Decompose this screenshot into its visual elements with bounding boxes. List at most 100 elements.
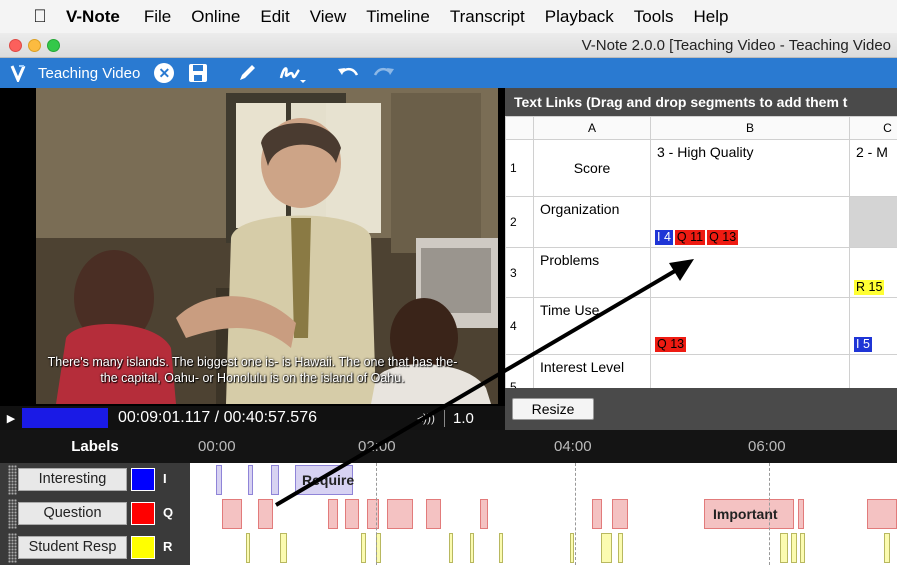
segment[interactable]: [480, 499, 488, 529]
segment[interactable]: [592, 499, 602, 529]
segment[interactable]: Important: [704, 499, 794, 529]
segment[interactable]: Require: [295, 465, 354, 495]
track-student-resp[interactable]: [190, 531, 897, 565]
menu-edit[interactable]: Edit: [260, 7, 289, 27]
segment[interactable]: [258, 499, 273, 529]
project-name[interactable]: Teaching Video: [38, 65, 140, 82]
cell-a1[interactable]: Score: [533, 139, 651, 197]
track-question[interactable]: Important: [190, 497, 897, 531]
segment[interactable]: [499, 533, 503, 563]
video-player[interactable]: There's many islands. The biggest one is…: [0, 88, 505, 430]
cell-c4[interactable]: I 5: [849, 297, 897, 355]
volume-icon[interactable]: ◂))): [408, 411, 444, 425]
segment[interactable]: [426, 499, 441, 529]
label-button-interesting[interactable]: Interesting: [18, 468, 127, 491]
column-header-c[interactable]: C: [849, 116, 897, 140]
row-number: 3: [505, 247, 534, 298]
drag-handle-icon[interactable]: [8, 533, 17, 563]
segment[interactable]: [367, 499, 379, 529]
pencil-icon[interactable]: [236, 61, 258, 85]
link-chip[interactable]: R 15: [854, 280, 885, 295]
segment[interactable]: [601, 533, 612, 563]
segment[interactable]: [884, 533, 890, 563]
table-row: 4 Time Use Q 13 I 5: [505, 297, 897, 355]
segment[interactable]: [800, 533, 805, 563]
shortcut-key: R: [163, 539, 173, 554]
segment[interactable]: [271, 465, 279, 495]
link-chip[interactable]: Q 11: [674, 230, 706, 245]
segment[interactable]: [798, 499, 804, 529]
segment[interactable]: [345, 499, 359, 529]
zoom-window-button[interactable]: [47, 39, 60, 52]
cell-c1[interactable]: 2 - M: [849, 139, 897, 197]
drag-handle-icon[interactable]: [8, 499, 17, 529]
segment[interactable]: [328, 499, 338, 529]
cell-b3[interactable]: [650, 247, 850, 298]
close-window-button[interactable]: [9, 39, 22, 52]
cell-a2[interactable]: Organization: [533, 196, 651, 248]
cell-b2[interactable]: I 4Q 11 Q 13: [650, 196, 850, 248]
cell-c5[interactable]: [849, 354, 897, 388]
tick-label: 00:00: [198, 438, 236, 455]
segment[interactable]: [216, 465, 222, 495]
segment[interactable]: [246, 533, 250, 563]
cell-c3[interactable]: R 15: [849, 247, 897, 298]
drag-handle-icon[interactable]: [8, 465, 17, 495]
text-links-header: Text Links (Drag and drop segments to ad…: [514, 94, 848, 110]
color-swatch[interactable]: [131, 536, 155, 559]
color-swatch[interactable]: [131, 502, 155, 525]
segment[interactable]: [867, 499, 897, 529]
link-chip[interactable]: I 4: [655, 230, 673, 245]
app-name-menu[interactable]: V-Note: [66, 7, 120, 27]
play-icon[interactable]: ▶: [0, 412, 22, 425]
close-project-icon[interactable]: ✕: [154, 63, 175, 83]
segment[interactable]: [570, 533, 574, 563]
link-chip[interactable]: I 5: [854, 337, 872, 352]
cell-c2[interactable]: [849, 196, 897, 248]
table-row: 5 Interest Level: [505, 354, 897, 388]
label-button-student-resp[interactable]: Student Resp: [18, 536, 127, 559]
segment[interactable]: [222, 499, 242, 529]
segment[interactable]: [612, 499, 628, 529]
segment[interactable]: [280, 533, 287, 563]
label-cell: Interesting I: [0, 463, 190, 497]
playback-speed[interactable]: 1.0: [444, 409, 474, 427]
save-icon[interactable]: [188, 61, 208, 85]
menu-tools[interactable]: Tools: [634, 7, 674, 27]
segment[interactable]: [387, 499, 413, 529]
redo-icon[interactable]: [372, 61, 396, 85]
label-button-question[interactable]: Question: [18, 502, 127, 525]
undo-icon[interactable]: [336, 61, 360, 85]
apple-icon[interactable]: : [22, 6, 58, 27]
cell-a3[interactable]: Problems: [533, 247, 651, 298]
column-header-b[interactable]: B: [650, 116, 850, 140]
menu-file[interactable]: File: [144, 7, 171, 27]
segment[interactable]: [248, 465, 253, 495]
menu-help[interactable]: Help: [693, 7, 728, 27]
resize-button[interactable]: Resize: [512, 398, 594, 420]
menu-playback[interactable]: Playback: [545, 7, 614, 27]
track-interesting[interactable]: Require: [190, 463, 897, 497]
minimize-window-button[interactable]: [28, 39, 41, 52]
segment[interactable]: [780, 533, 788, 563]
segment[interactable]: [470, 533, 474, 563]
column-header-a[interactable]: A: [533, 116, 651, 140]
cell-b4[interactable]: Q 13: [650, 297, 850, 355]
segment[interactable]: [361, 533, 366, 563]
link-chip[interactable]: Q 13: [655, 337, 687, 352]
menu-timeline[interactable]: Timeline: [366, 7, 430, 27]
cell-b1[interactable]: 3 - High Quality: [650, 139, 850, 197]
segment[interactable]: [449, 533, 453, 563]
cell-a5[interactable]: Interest Level: [533, 354, 651, 388]
color-swatch[interactable]: [131, 468, 155, 491]
draw-tool-icon[interactable]: [278, 61, 308, 85]
cell-a4[interactable]: Time Use: [533, 297, 651, 355]
segment[interactable]: [791, 533, 797, 563]
progress-bar[interactable]: [22, 408, 108, 428]
link-chip[interactable]: Q 13: [707, 230, 739, 245]
menu-view[interactable]: View: [310, 7, 347, 27]
segment[interactable]: [618, 533, 623, 563]
menu-transcript[interactable]: Transcript: [450, 7, 525, 27]
cell-b5[interactable]: [650, 354, 850, 388]
menu-online[interactable]: Online: [191, 7, 240, 27]
